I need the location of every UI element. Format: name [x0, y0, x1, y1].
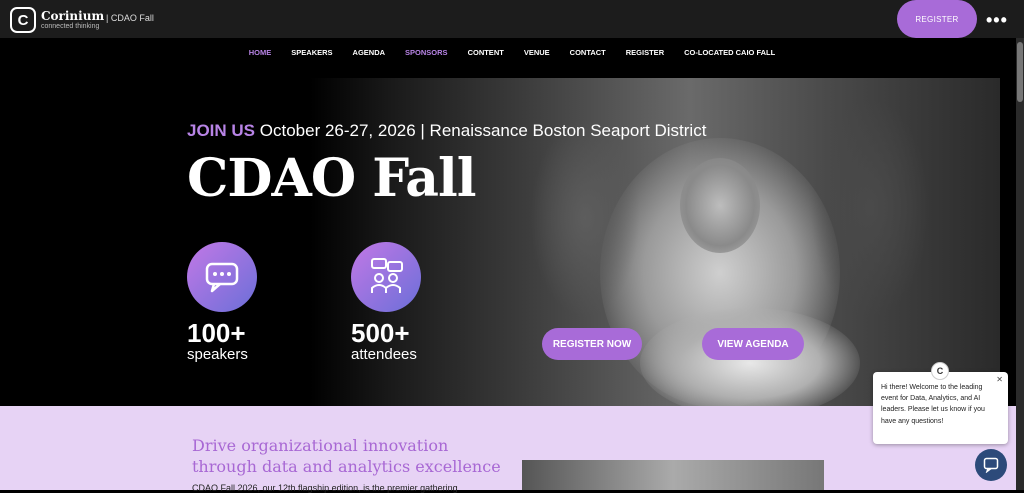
chat-close-icon[interactable]: ✕ — [996, 375, 1003, 384]
nav-venue[interactable]: VENUE — [524, 48, 550, 57]
main-nav: HOME SPEAKERS AGENDA SPONSORS CONTENT VE… — [0, 38, 1024, 66]
chat-bubble-icon — [205, 262, 239, 293]
top-bar: C Corinium connected thinking | CDAO Fal… — [0, 0, 1024, 38]
people-conversation-icon — [371, 258, 403, 293]
event-label: | CDAO Fall — [106, 13, 154, 23]
more-menu-icon[interactable]: ••• — [986, 10, 1008, 31]
nav-agenda[interactable]: AGENDA — [353, 48, 386, 57]
nav-contact[interactable]: CONTACT — [570, 48, 606, 57]
view-agenda-button[interactable]: VIEW AGENDA — [702, 328, 804, 360]
chat-launcher-button[interactable] — [975, 449, 1007, 481]
nav-home[interactable]: HOME — [249, 48, 272, 57]
intro-body: CDAO Fall 2026, our 12th flagship editio… — [192, 483, 458, 493]
intro-section: Drive organizational innovation through … — [0, 406, 1024, 493]
event-date-venue: October 26-27, 2026 | Renaissance Boston… — [255, 121, 707, 140]
scrollbar-track[interactable] — [1016, 38, 1024, 490]
chat-avatar: C — [931, 362, 949, 380]
intro-heading: Drive organizational innovation through … — [192, 436, 501, 476]
hero-section: JOIN US October 26-27, 2026 | Renaissanc… — [0, 66, 1024, 406]
nav-speakers[interactable]: SPEAKERS — [291, 48, 332, 57]
intro-image — [522, 460, 824, 490]
nav-sponsors[interactable]: SPONSORS — [405, 48, 448, 57]
attendees-stat-icon — [351, 242, 421, 312]
speakers-label: speakers — [187, 346, 248, 363]
join-us-prefix: JOIN US — [187, 121, 256, 140]
logo-tagline: connected thinking — [41, 23, 100, 30]
logo-c-icon: C — [10, 7, 36, 33]
chat-welcome-bubble[interactable]: ✕ Hi there! Welcome to the leading event… — [873, 372, 1008, 444]
attendees-label: attendees — [351, 346, 417, 363]
nav-content[interactable]: CONTENT — [468, 48, 504, 57]
nav-register[interactable]: REGISTER — [626, 48, 664, 57]
corinium-logo[interactable]: C Corinium connected thinking — [10, 7, 104, 33]
scrollbar-thumb[interactable] — [1017, 42, 1023, 102]
register-now-button[interactable]: REGISTER NOW — [542, 328, 642, 360]
speakers-count: 100+ — [187, 318, 246, 348]
register-button[interactable]: REGISTER — [897, 0, 977, 38]
chat-icon — [983, 457, 999, 473]
speakers-stat-icon — [187, 242, 257, 312]
join-us-line: JOIN US October 26-27, 2026 | Renaissanc… — [187, 121, 706, 141]
attendees-count: 500+ — [351, 318, 410, 348]
logo-name: Corinium — [41, 9, 105, 23]
chat-message: Hi there! Welcome to the leading event f… — [881, 384, 985, 425]
nav-co-located-caio-fall[interactable]: CO-LOCATED CAIO FALL — [684, 48, 775, 57]
page-title: CDAO Fall — [187, 148, 477, 209]
